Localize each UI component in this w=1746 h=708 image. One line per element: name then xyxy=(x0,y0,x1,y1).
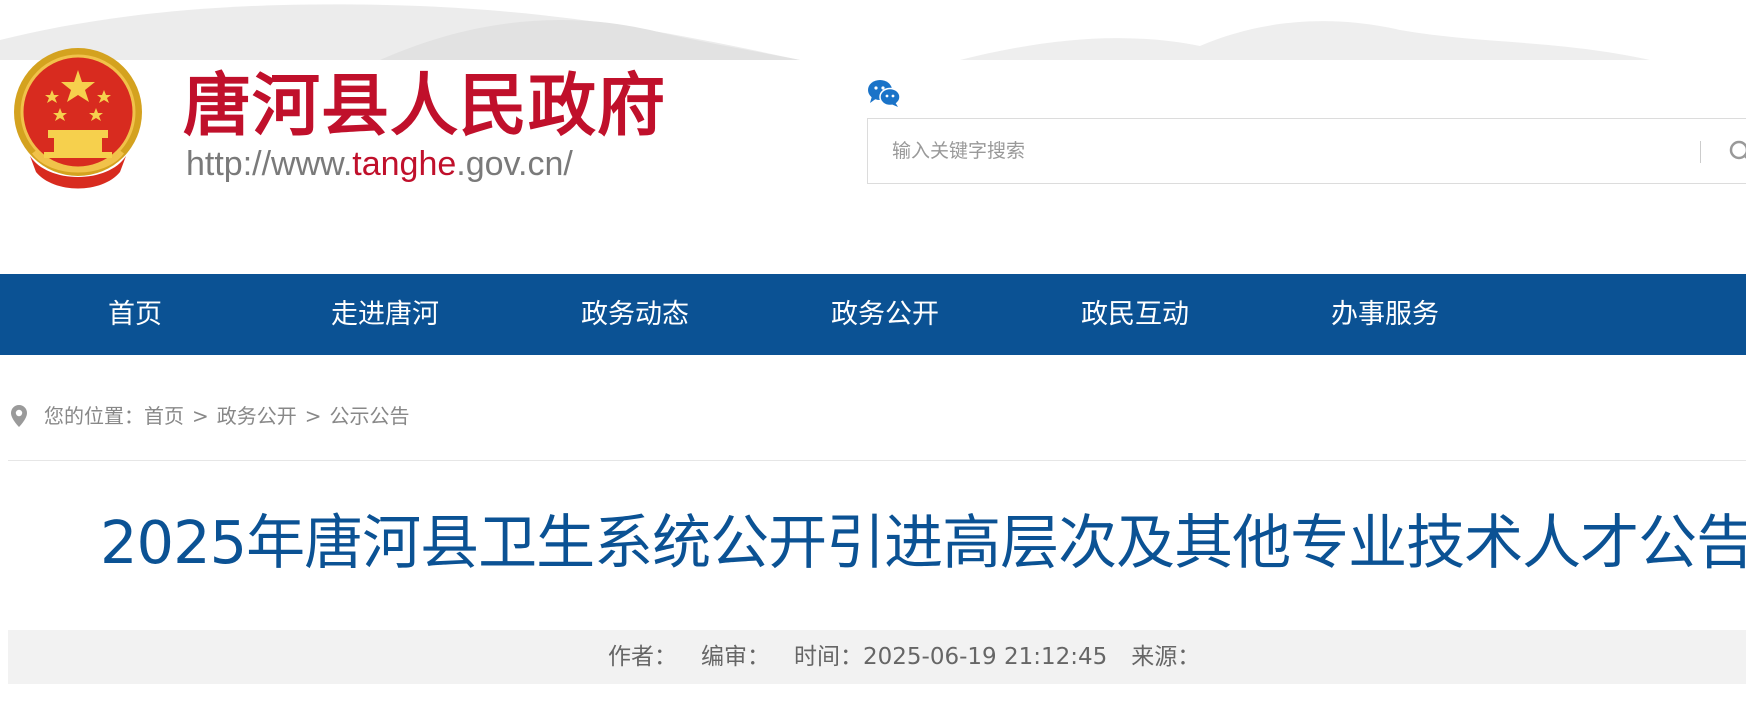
source-label: 来源： xyxy=(1131,644,1201,670)
time-label: 时间： xyxy=(794,644,863,670)
author-label: 作者： xyxy=(608,644,677,670)
divider xyxy=(8,460,1746,461)
nav-item-home[interactable]: 首页 xyxy=(60,274,210,355)
article-title: 2025年唐河县卫生系统公开引进高层次及其他专业技术人才公告 xyxy=(100,508,1746,577)
article-meta-bar: 作者： 编审： 时间：2025-06-19 21:12:45 来源： xyxy=(8,630,1746,684)
url-highlight: tanghe xyxy=(352,145,457,183)
breadcrumb-announcements[interactable]: 公示公告 xyxy=(330,404,410,428)
breadcrumb-government-affairs[interactable]: 政务公开 xyxy=(217,404,297,428)
site-title: 唐河县人民政府 xyxy=(183,67,667,146)
search-icon[interactable] xyxy=(1728,139,1746,165)
breadcrumb-separator: > xyxy=(304,404,322,428)
editor-label: 编审： xyxy=(701,644,770,670)
url-prefix: http://www. xyxy=(186,145,353,183)
nav-item-public-interaction[interactable]: 政民互动 xyxy=(1060,274,1210,355)
search-input[interactable] xyxy=(892,119,1532,183)
site-header: 唐河县人民政府 http://www.tanghe.gov.cn/ xyxy=(0,0,1746,274)
search-box xyxy=(867,118,1746,184)
search-divider xyxy=(1700,141,1701,163)
decorative-hills-banner xyxy=(0,4,1650,60)
breadcrumb-prefix: 您的位置： xyxy=(44,404,144,428)
nav-item-services[interactable]: 办事服务 xyxy=(1310,274,1460,355)
map-pin-icon xyxy=(11,405,27,427)
nav-item-government-affairs-public[interactable]: 政务公开 xyxy=(810,274,960,355)
breadcrumb-trail: 您的位置：首页 > 政务公开 > 公示公告 xyxy=(44,396,410,436)
main-navigation: 首页 走进唐河 政务动态 政务公开 政民互动 办事服务 xyxy=(0,274,1746,355)
national-emblem-logo xyxy=(14,48,142,189)
breadcrumb-home[interactable]: 首页 xyxy=(144,404,184,428)
url-suffix: .gov.cn/ xyxy=(456,145,573,183)
breadcrumb-separator: > xyxy=(192,404,209,428)
time-value: 2025-06-19 21:12:45 xyxy=(863,644,1108,670)
article-meta: 作者： 编审： 时间：2025-06-19 21:12:45 来源： xyxy=(608,630,1224,684)
wechat-icon[interactable] xyxy=(866,78,902,108)
nav-item-about-tanghe[interactable]: 走进唐河 xyxy=(310,274,460,355)
site-url: http://www.tanghe.gov.cn/ xyxy=(186,144,573,184)
nav-item-government-news[interactable]: 政务动态 xyxy=(560,274,710,355)
